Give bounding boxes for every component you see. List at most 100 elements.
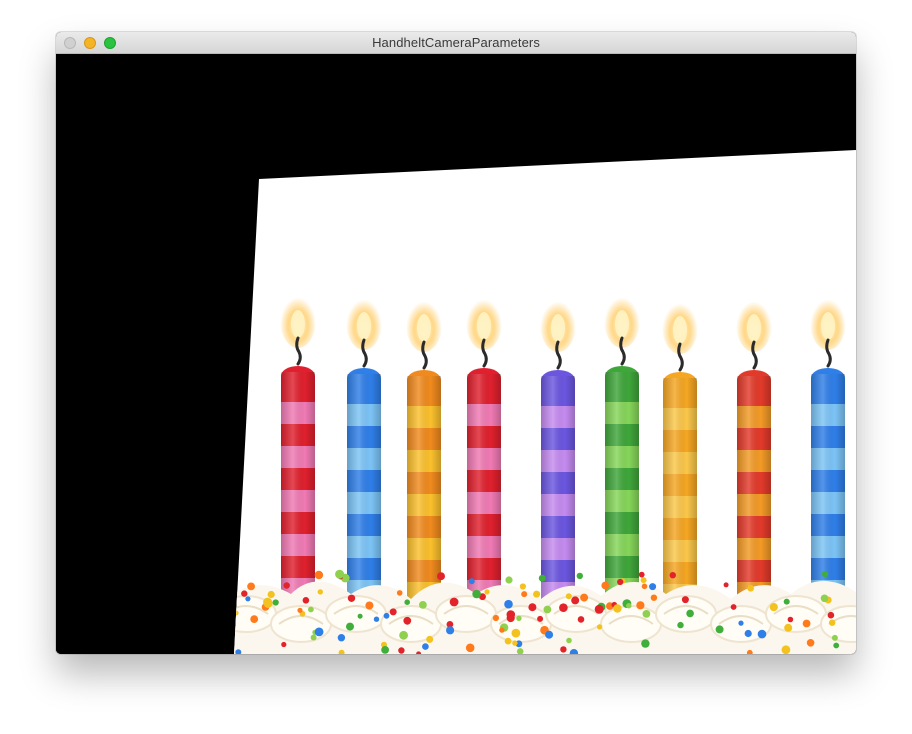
sprinkle: [565, 593, 572, 600]
sprinkle: [650, 594, 658, 601]
sprinkle: [310, 634, 317, 641]
sprinkle: [347, 594, 356, 602]
sprinkle: [545, 630, 554, 639]
sprinkle: [308, 606, 314, 613]
photo-layer: [234, 150, 856, 654]
sprinkle: [757, 629, 767, 639]
sprinkle: [528, 603, 537, 612]
sprinkle: [283, 582, 290, 589]
sprinkle: [821, 571, 829, 578]
sprinkle: [365, 601, 374, 610]
window-title: HandheltCameraParameters: [372, 35, 540, 50]
sprinkle: [373, 616, 380, 622]
sprinkle: [346, 622, 354, 631]
sprinkle: [594, 604, 604, 614]
sprinkle: [250, 615, 259, 623]
sprinkle: [516, 615, 522, 621]
sprinkle: [281, 641, 287, 648]
camera-viewport[interactable]: [56, 54, 856, 654]
app-window: HandheltCameraParameters: [56, 32, 856, 654]
sprinkle: [247, 582, 256, 591]
sprinkle: [577, 616, 585, 623]
flame-core: [551, 314, 565, 342]
sprinkle: [404, 599, 411, 605]
sprinkle: [730, 604, 737, 610]
flame-core: [821, 312, 835, 340]
sprinkle: [677, 621, 684, 629]
title-bar[interactable]: HandheltCameraParameters: [56, 32, 856, 54]
sprinkle: [723, 582, 729, 588]
sprinkle: [465, 643, 475, 653]
sprinkle: [784, 623, 793, 632]
sprinkle: [681, 596, 689, 604]
sprinkle: [519, 583, 526, 590]
sprinkle: [560, 646, 567, 653]
flame-core: [291, 310, 305, 338]
sprinkle: [641, 583, 648, 590]
sprinkle: [596, 624, 603, 630]
sprinkle: [419, 601, 427, 609]
sprinkle: [383, 612, 390, 619]
sprinkle: [641, 639, 650, 648]
sprinkle: [566, 637, 572, 644]
sprinkle: [506, 613, 515, 623]
flame-core: [477, 312, 491, 340]
sprinkle: [533, 590, 541, 598]
sprinkle: [297, 607, 303, 613]
sprinkle: [398, 647, 405, 654]
sprinkle: [537, 615, 544, 622]
flame-core: [615, 310, 629, 338]
sprinkle: [715, 625, 724, 634]
sprinkle: [399, 630, 408, 640]
sprinkle: [769, 603, 778, 612]
sprinkle: [827, 611, 835, 619]
flame-core: [417, 314, 431, 342]
sprinkle: [538, 574, 546, 582]
sprinkle: [559, 603, 568, 612]
sprinkle: [787, 616, 794, 623]
sprinkle: [576, 572, 583, 580]
sprinkle: [747, 585, 754, 592]
sprinkle: [272, 599, 279, 606]
sprinkle: [505, 576, 513, 584]
sprinkle: [649, 583, 657, 591]
sprinkle: [499, 627, 505, 633]
sprinkle: [521, 591, 528, 598]
sprinkle: [543, 605, 552, 614]
sprinkle: [314, 627, 324, 637]
sprinkle: [263, 597, 273, 607]
sprinkle: [802, 619, 811, 628]
sprinkle: [638, 571, 645, 578]
sprinkle: [449, 597, 459, 607]
sprinkle: [241, 590, 248, 597]
sprinkle: [357, 613, 363, 619]
sprinkle: [484, 589, 490, 595]
sprinkle: [820, 594, 829, 603]
sprinkle: [617, 578, 624, 586]
sprinkle: [806, 639, 815, 647]
sprinkle: [829, 619, 836, 626]
sprinkle: [626, 603, 632, 609]
sprinkle: [831, 634, 838, 641]
sprinkle: [492, 614, 499, 622]
sprinkle: [601, 581, 610, 590]
sprinkle: [302, 597, 310, 604]
sprinkle: [512, 640, 518, 646]
warped-image: [56, 54, 856, 654]
sprinkle: [642, 610, 651, 618]
sprinkle: [389, 608, 397, 616]
sprinkle: [636, 601, 645, 610]
flame-core: [357, 312, 371, 340]
sprinkle: [381, 646, 389, 654]
sprinkle: [580, 593, 589, 602]
sprinkle: [337, 634, 346, 642]
sprinkle: [669, 572, 676, 579]
flame-core: [747, 314, 761, 342]
sprinkle: [267, 590, 275, 599]
sprinkle: [446, 626, 455, 635]
sprinkle: [511, 628, 521, 638]
sprinkle: [317, 589, 323, 595]
sprinkle: [504, 637, 512, 645]
sprinkle: [396, 590, 403, 596]
sprinkle: [571, 596, 580, 605]
